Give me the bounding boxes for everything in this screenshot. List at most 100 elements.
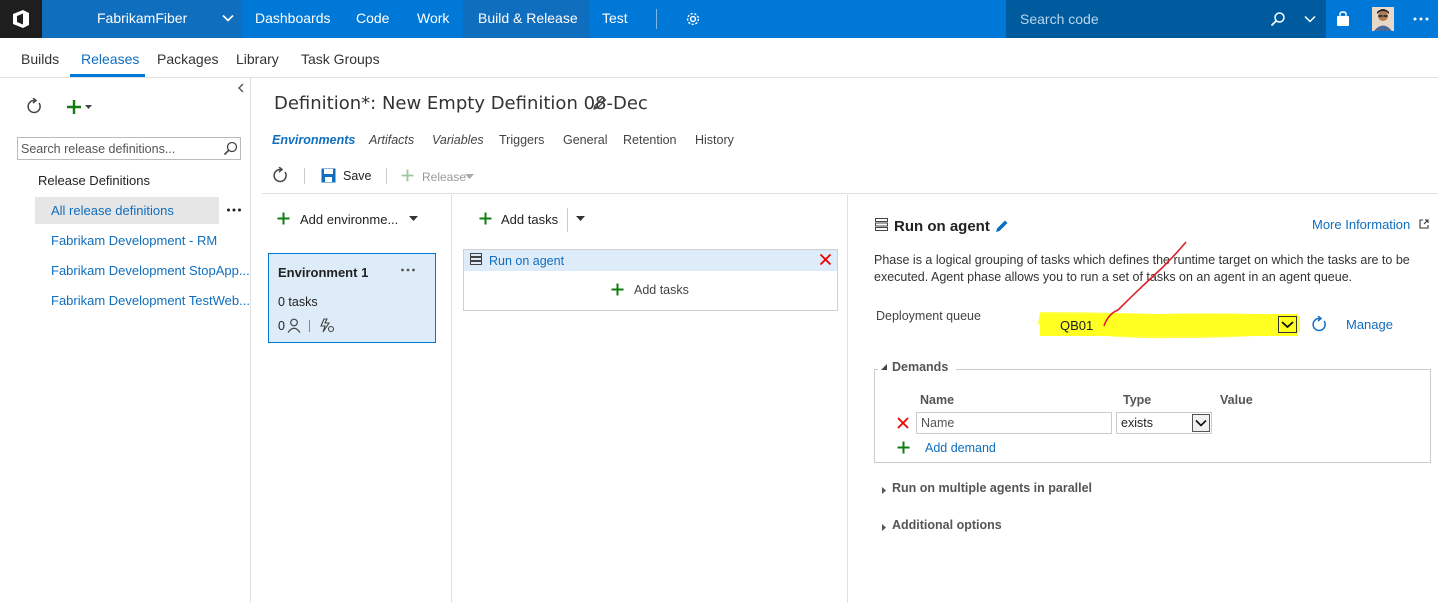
nav-dashboards[interactable]: Dashboards <box>255 10 331 26</box>
queue-dropdown-chevron-icon[interactable] <box>1278 316 1297 333</box>
chevron-down-icon <box>222 12 234 24</box>
save-button[interactable]: Save <box>343 169 372 183</box>
edit-pencil-icon[interactable] <box>592 96 607 111</box>
add-environment-plus-icon <box>277 212 290 225</box>
demand-name-field[interactable] <box>916 412 1112 434</box>
approvers-count: 0 <box>278 319 285 333</box>
collapse-panel-chevron-icon[interactable] <box>236 82 246 94</box>
add-environment-dropdown-icon[interactable] <box>409 216 418 222</box>
additional-options-section[interactable]: Additional options <box>892 518 1002 532</box>
server-phase-icon <box>875 218 888 231</box>
search-release-definitions[interactable] <box>17 137 241 160</box>
nav-divider <box>656 9 657 29</box>
deployment-queue-label: Deployment queue <box>876 309 981 323</box>
add-demand-plus-icon <box>897 441 910 454</box>
new-definition-plus-icon[interactable] <box>67 99 95 115</box>
nav-work[interactable]: Work <box>417 10 449 26</box>
nav-code[interactable]: Code <box>356 10 389 26</box>
add-tasks-dropdown-icon[interactable] <box>576 216 585 222</box>
user-avatar[interactable] <box>1372 7 1394 31</box>
more-actions-icon[interactable] <box>1413 12 1429 26</box>
marketplace-bag-icon[interactable] <box>1335 11 1351 27</box>
expand-triangle-icon[interactable] <box>881 364 888 371</box>
search-icon[interactable] <box>1270 11 1286 27</box>
approver-person-icon[interactable] <box>287 318 301 333</box>
demands-col-value: Value <box>1220 393 1253 407</box>
manage-queue-link[interactable]: Manage <box>1346 317 1393 332</box>
release-button[interactable]: Release <box>422 170 466 184</box>
add-tasks-button[interactable]: Add tasks <box>501 212 558 227</box>
tab-triggers[interactable]: Triggers <box>499 133 544 147</box>
card-divider <box>309 320 310 332</box>
type-chevron-icon[interactable] <box>1192 414 1210 432</box>
definition-item-rm[interactable]: Fabrikam Development - RM <box>51 233 217 248</box>
tab-variables[interactable]: Variables <box>432 133 484 147</box>
definition-item-stopapp[interactable]: Fabrikam Development StopApp... <box>51 263 250 278</box>
more-information-link[interactable]: More Information <box>1312 217 1410 232</box>
add-tasks-inline-button[interactable]: Add tasks <box>634 283 689 297</box>
demand-type-value: exists <box>1121 416 1153 430</box>
split-button-divider <box>567 208 568 232</box>
rename-phase-pencil-icon[interactable] <box>995 219 1009 233</box>
definition-item-testweb[interactable]: Fabrikam Development TestWeb... <box>51 293 250 308</box>
tab-retention[interactable]: Retention <box>623 133 677 147</box>
nav-build-release[interactable]: Build & Release <box>478 10 578 26</box>
hub-builds[interactable]: Builds <box>21 51 59 67</box>
add-demand-link[interactable]: Add demand <box>925 441 996 455</box>
remove-phase-close-icon[interactable] <box>819 253 832 266</box>
environment-card[interactable]: Environment 1 0 tasks 0 <box>268 253 436 343</box>
add-environment-button[interactable]: Add environme... <box>300 212 398 227</box>
deployment-conditions-icon[interactable] <box>319 318 335 333</box>
release-definitions-heading: Release Definitions <box>38 173 151 188</box>
environment-more-icon[interactable] <box>400 265 416 275</box>
search-scope-chevron-icon[interactable] <box>1304 13 1316 25</box>
gear-icon[interactable] <box>685 11 701 27</box>
project-name: FabrikamFiber <box>97 10 188 26</box>
red-annotation-checkmark <box>1103 241 1187 327</box>
toolbar-divider <box>304 168 305 184</box>
toolbar-divider <box>386 168 387 184</box>
refresh-icon[interactable] <box>26 98 43 115</box>
run-on-agent-phase[interactable]: Run on agent <box>489 254 564 268</box>
toolbar-separator <box>262 193 1438 194</box>
tab-general[interactable]: General <box>563 133 607 147</box>
demands-col-type: Type <box>1123 393 1152 407</box>
definition-item-all[interactable]: All release definitions <box>51 203 174 218</box>
hub-task-groups[interactable]: Task Groups <box>301 51 380 67</box>
environment-task-count: 0 tasks <box>278 295 318 309</box>
refresh-icon[interactable] <box>272 167 289 184</box>
release-dropdown-icon[interactable] <box>465 174 474 180</box>
demand-type-select[interactable]: exists <box>1116 412 1212 434</box>
run-parallel-section[interactable]: Run on multiple agents in parallel <box>892 481 1092 495</box>
save-disk-icon <box>321 168 336 183</box>
collapsed-triangle-icon[interactable] <box>881 523 887 532</box>
search-code-placeholder: Search code <box>1020 11 1099 27</box>
external-link-icon <box>1419 219 1429 229</box>
phase-title: Run on agent <box>894 218 990 235</box>
more-options-icon[interactable] <box>226 203 242 217</box>
hub-releases[interactable]: Releases <box>81 51 139 67</box>
add-tasks-inline-plus-icon <box>611 283 624 296</box>
search-icon[interactable] <box>223 141 238 156</box>
tab-artifacts[interactable]: Artifacts <box>369 133 414 147</box>
tab-environments[interactable]: Environments <box>272 133 355 147</box>
project-selector[interactable]: FabrikamFiber <box>42 0 242 38</box>
demands-heading: Demands <box>892 360 949 374</box>
hub-packages[interactable]: Packages <box>157 51 218 67</box>
collapsed-triangle-icon[interactable] <box>881 486 887 495</box>
server-phase-icon <box>470 253 482 265</box>
hub-library[interactable]: Library <box>236 51 279 67</box>
deployment-queue-value-overlay: QB01 <box>1060 318 1094 333</box>
refresh-queue-icon[interactable] <box>1311 316 1328 333</box>
environment-name: Environment 1 <box>278 265 369 280</box>
demands-col-name: Name <box>920 393 955 407</box>
demand-name-input[interactable] <box>917 413 1107 433</box>
search-release-definitions-input[interactable] <box>18 138 218 159</box>
release-plus-icon <box>401 169 414 182</box>
vsts-logo-icon[interactable] <box>0 0 42 38</box>
active-hub-underline <box>70 74 145 77</box>
tab-history[interactable]: History <box>695 133 734 147</box>
search-code-box[interactable]: Search code <box>1006 0 1326 38</box>
nav-test[interactable]: Test <box>602 10 628 26</box>
delete-demand-icon[interactable] <box>897 417 909 429</box>
